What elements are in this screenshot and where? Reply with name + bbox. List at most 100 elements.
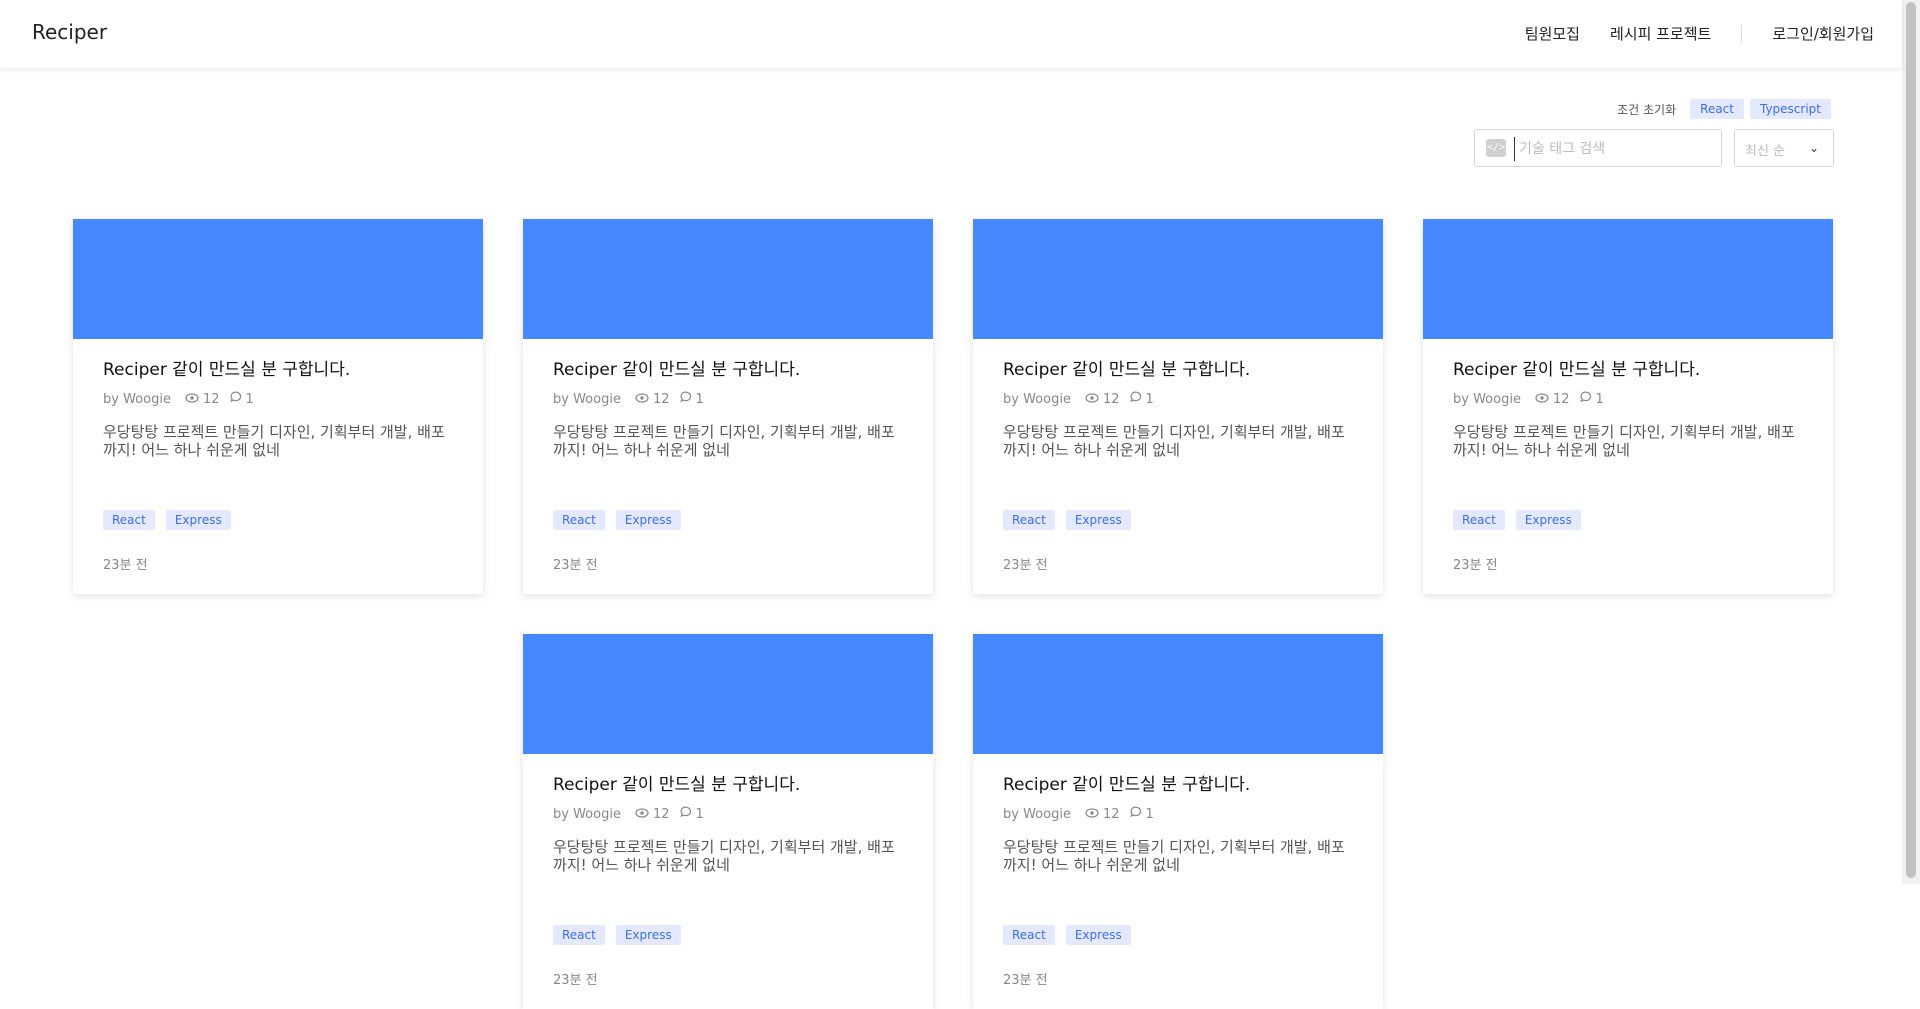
filter-chip-typescript[interactable]: Typescript xyxy=(1749,99,1831,119)
view-count: 12 xyxy=(652,391,670,407)
card-meta: by Woogie 12 1 xyxy=(1453,391,1604,407)
scrollbar-thumb[interactable] xyxy=(1906,2,1916,878)
tag-express[interactable]: Express xyxy=(615,925,681,945)
logo[interactable]: Reciper xyxy=(32,20,107,44)
tag-express[interactable]: Express xyxy=(1065,510,1131,530)
card-thumbnail[interactable] xyxy=(973,634,1383,754)
nav-menu: 팀원모집 레시피 프로젝트 로그인/회원가입 xyxy=(1525,23,1874,44)
project-card[interactable]: Reciper 같이 만드실 분 구합니다. by Woogie 12 1 우당… xyxy=(1423,219,1833,594)
card-thumbnail[interactable] xyxy=(523,634,933,754)
tag-search-input[interactable] xyxy=(1514,137,1721,161)
card-author: by Woogie xyxy=(1453,391,1521,407)
eye-icon xyxy=(1085,807,1103,822)
sort-value: 최신 순 xyxy=(1745,144,1786,159)
card-title[interactable]: Reciper 같이 만드실 분 구합니다. xyxy=(103,355,350,380)
card-meta: by Woogie 12 1 xyxy=(553,391,704,407)
tag-search-box[interactable]: </> xyxy=(1474,129,1722,167)
card-description: 우당탕탕 프로젝트 만들기 디자인, 기획부터 개발, 배포까지! 어느 하나 … xyxy=(1003,423,1345,459)
project-card[interactable]: Reciper 같이 만드실 분 구합니다. by Woogie 12 1 우당… xyxy=(973,634,1383,1009)
comment-count: 1 xyxy=(1145,391,1154,407)
card-time: 23분 전 xyxy=(553,558,598,573)
tag-react[interactable]: React xyxy=(1453,510,1505,530)
filter-reset-row: 조건 초기화 React Typescript xyxy=(1617,99,1831,119)
card-author: by Woogie xyxy=(1003,806,1071,822)
card-title[interactable]: Reciper 같이 만드실 분 구합니다. xyxy=(1453,355,1700,380)
card-title[interactable]: Reciper 같이 만드실 분 구합니다. xyxy=(553,770,800,795)
card-time: 23분 전 xyxy=(103,558,148,573)
card-author: by Woogie xyxy=(553,806,621,822)
card-time: 23분 전 xyxy=(553,973,598,988)
card-time: 23분 전 xyxy=(1453,558,1498,573)
login-signup-link[interactable]: 로그인/회원가입 xyxy=(1772,23,1874,44)
page-scrollbar[interactable] xyxy=(1902,0,1920,884)
nav-item-recipe-project[interactable]: 레시피 프로젝트 xyxy=(1610,23,1711,44)
project-card[interactable]: Reciper 같이 만드실 분 구합니다. by Woogie 12 1 우당… xyxy=(523,634,933,1009)
card-tags: React Express xyxy=(103,510,242,530)
project-card[interactable]: Reciper 같이 만드실 분 구합니다. by Woogie 12 1 우당… xyxy=(73,219,483,594)
comment-icon xyxy=(229,391,246,407)
card-title[interactable]: Reciper 같이 만드실 분 구합니다. xyxy=(553,355,800,380)
card-thumbnail[interactable] xyxy=(73,219,483,339)
tag-react[interactable]: React xyxy=(1003,510,1055,530)
card-time: 23분 전 xyxy=(1003,973,1048,988)
card-meta: by Woogie 12 1 xyxy=(553,806,704,822)
card-title[interactable]: Reciper 같이 만드실 분 구합니다. xyxy=(1003,355,1250,380)
card-tags: React Express xyxy=(553,510,692,530)
view-count: 12 xyxy=(1552,391,1570,407)
card-thumbnail[interactable] xyxy=(973,219,1383,339)
card-thumbnail[interactable] xyxy=(1423,219,1833,339)
top-navbar: Reciper 팀원모집 레시피 프로젝트 로그인/회원가입 xyxy=(0,0,1902,68)
card-description: 우당탕탕 프로젝트 만들기 디자인, 기획부터 개발, 배포까지! 어느 하나 … xyxy=(103,423,445,459)
comment-count: 1 xyxy=(245,391,254,407)
eye-icon xyxy=(1535,392,1553,407)
project-card[interactable]: Reciper 같이 만드실 분 구합니다. by Woogie 12 1 우당… xyxy=(973,219,1383,594)
card-description: 우당탕탕 프로젝트 만들기 디자인, 기획부터 개발, 배포까지! 어느 하나 … xyxy=(1003,838,1345,874)
eye-icon xyxy=(635,807,653,822)
comment-icon xyxy=(1129,806,1146,822)
card-description: 우당탕탕 프로젝트 만들기 디자인, 기획부터 개발, 배포까지! 어느 하나 … xyxy=(553,838,895,874)
view-count: 12 xyxy=(1102,391,1120,407)
tag-react[interactable]: React xyxy=(553,510,605,530)
nav-item-team-recruit[interactable]: 팀원모집 xyxy=(1525,23,1580,44)
comment-count: 1 xyxy=(1595,391,1604,407)
comment-count: 1 xyxy=(695,391,704,407)
card-author: by Woogie xyxy=(1003,391,1071,407)
comment-count: 1 xyxy=(1145,806,1154,822)
card-description: 우당탕탕 프로젝트 만들기 디자인, 기획부터 개발, 배포까지! 어느 하나 … xyxy=(553,423,895,459)
eye-icon xyxy=(1085,392,1103,407)
card-description: 우당탕탕 프로젝트 만들기 디자인, 기획부터 개발, 배포까지! 어느 하나 … xyxy=(1453,423,1795,459)
sort-select[interactable]: 최신 순 ⌄ xyxy=(1734,129,1834,167)
card-tags: React Express xyxy=(553,925,692,945)
tag-express[interactable]: Express xyxy=(1515,510,1581,530)
card-tags: React Express xyxy=(1003,925,1142,945)
card-thumbnail[interactable] xyxy=(523,219,933,339)
project-card[interactable]: Reciper 같이 만드실 분 구합니다. by Woogie 12 1 우당… xyxy=(523,219,933,594)
tag-express[interactable]: Express xyxy=(1065,925,1131,945)
card-meta: by Woogie 12 1 xyxy=(103,391,254,407)
tag-react[interactable]: React xyxy=(1003,925,1055,945)
nav-divider xyxy=(1741,24,1743,43)
card-tags: React Express xyxy=(1003,510,1142,530)
card-time: 23분 전 xyxy=(1003,558,1048,573)
card-author: by Woogie xyxy=(553,391,621,407)
chevron-down-icon: ⌄ xyxy=(1808,141,1819,155)
tag-express[interactable]: Express xyxy=(165,510,231,530)
card-title[interactable]: Reciper 같이 만드실 분 구합니다. xyxy=(1003,770,1250,795)
card-meta: by Woogie 12 1 xyxy=(1003,391,1154,407)
comment-icon xyxy=(679,391,696,407)
view-count: 12 xyxy=(652,806,670,822)
comment-count: 1 xyxy=(695,806,704,822)
view-count: 12 xyxy=(202,391,220,407)
comment-icon xyxy=(679,806,696,822)
code-icon: </> xyxy=(1486,139,1506,157)
tag-express[interactable]: Express xyxy=(615,510,681,530)
eye-icon xyxy=(185,392,203,407)
tag-react[interactable]: React xyxy=(103,510,155,530)
card-author: by Woogie xyxy=(103,391,171,407)
eye-icon xyxy=(635,392,653,407)
reset-filters-button[interactable]: 조건 초기화 xyxy=(1617,101,1676,118)
tag-react[interactable]: React xyxy=(553,925,605,945)
filter-chip-react[interactable]: React xyxy=(1690,99,1744,119)
comment-icon xyxy=(1129,391,1146,407)
card-tags: React Express xyxy=(1453,510,1592,530)
